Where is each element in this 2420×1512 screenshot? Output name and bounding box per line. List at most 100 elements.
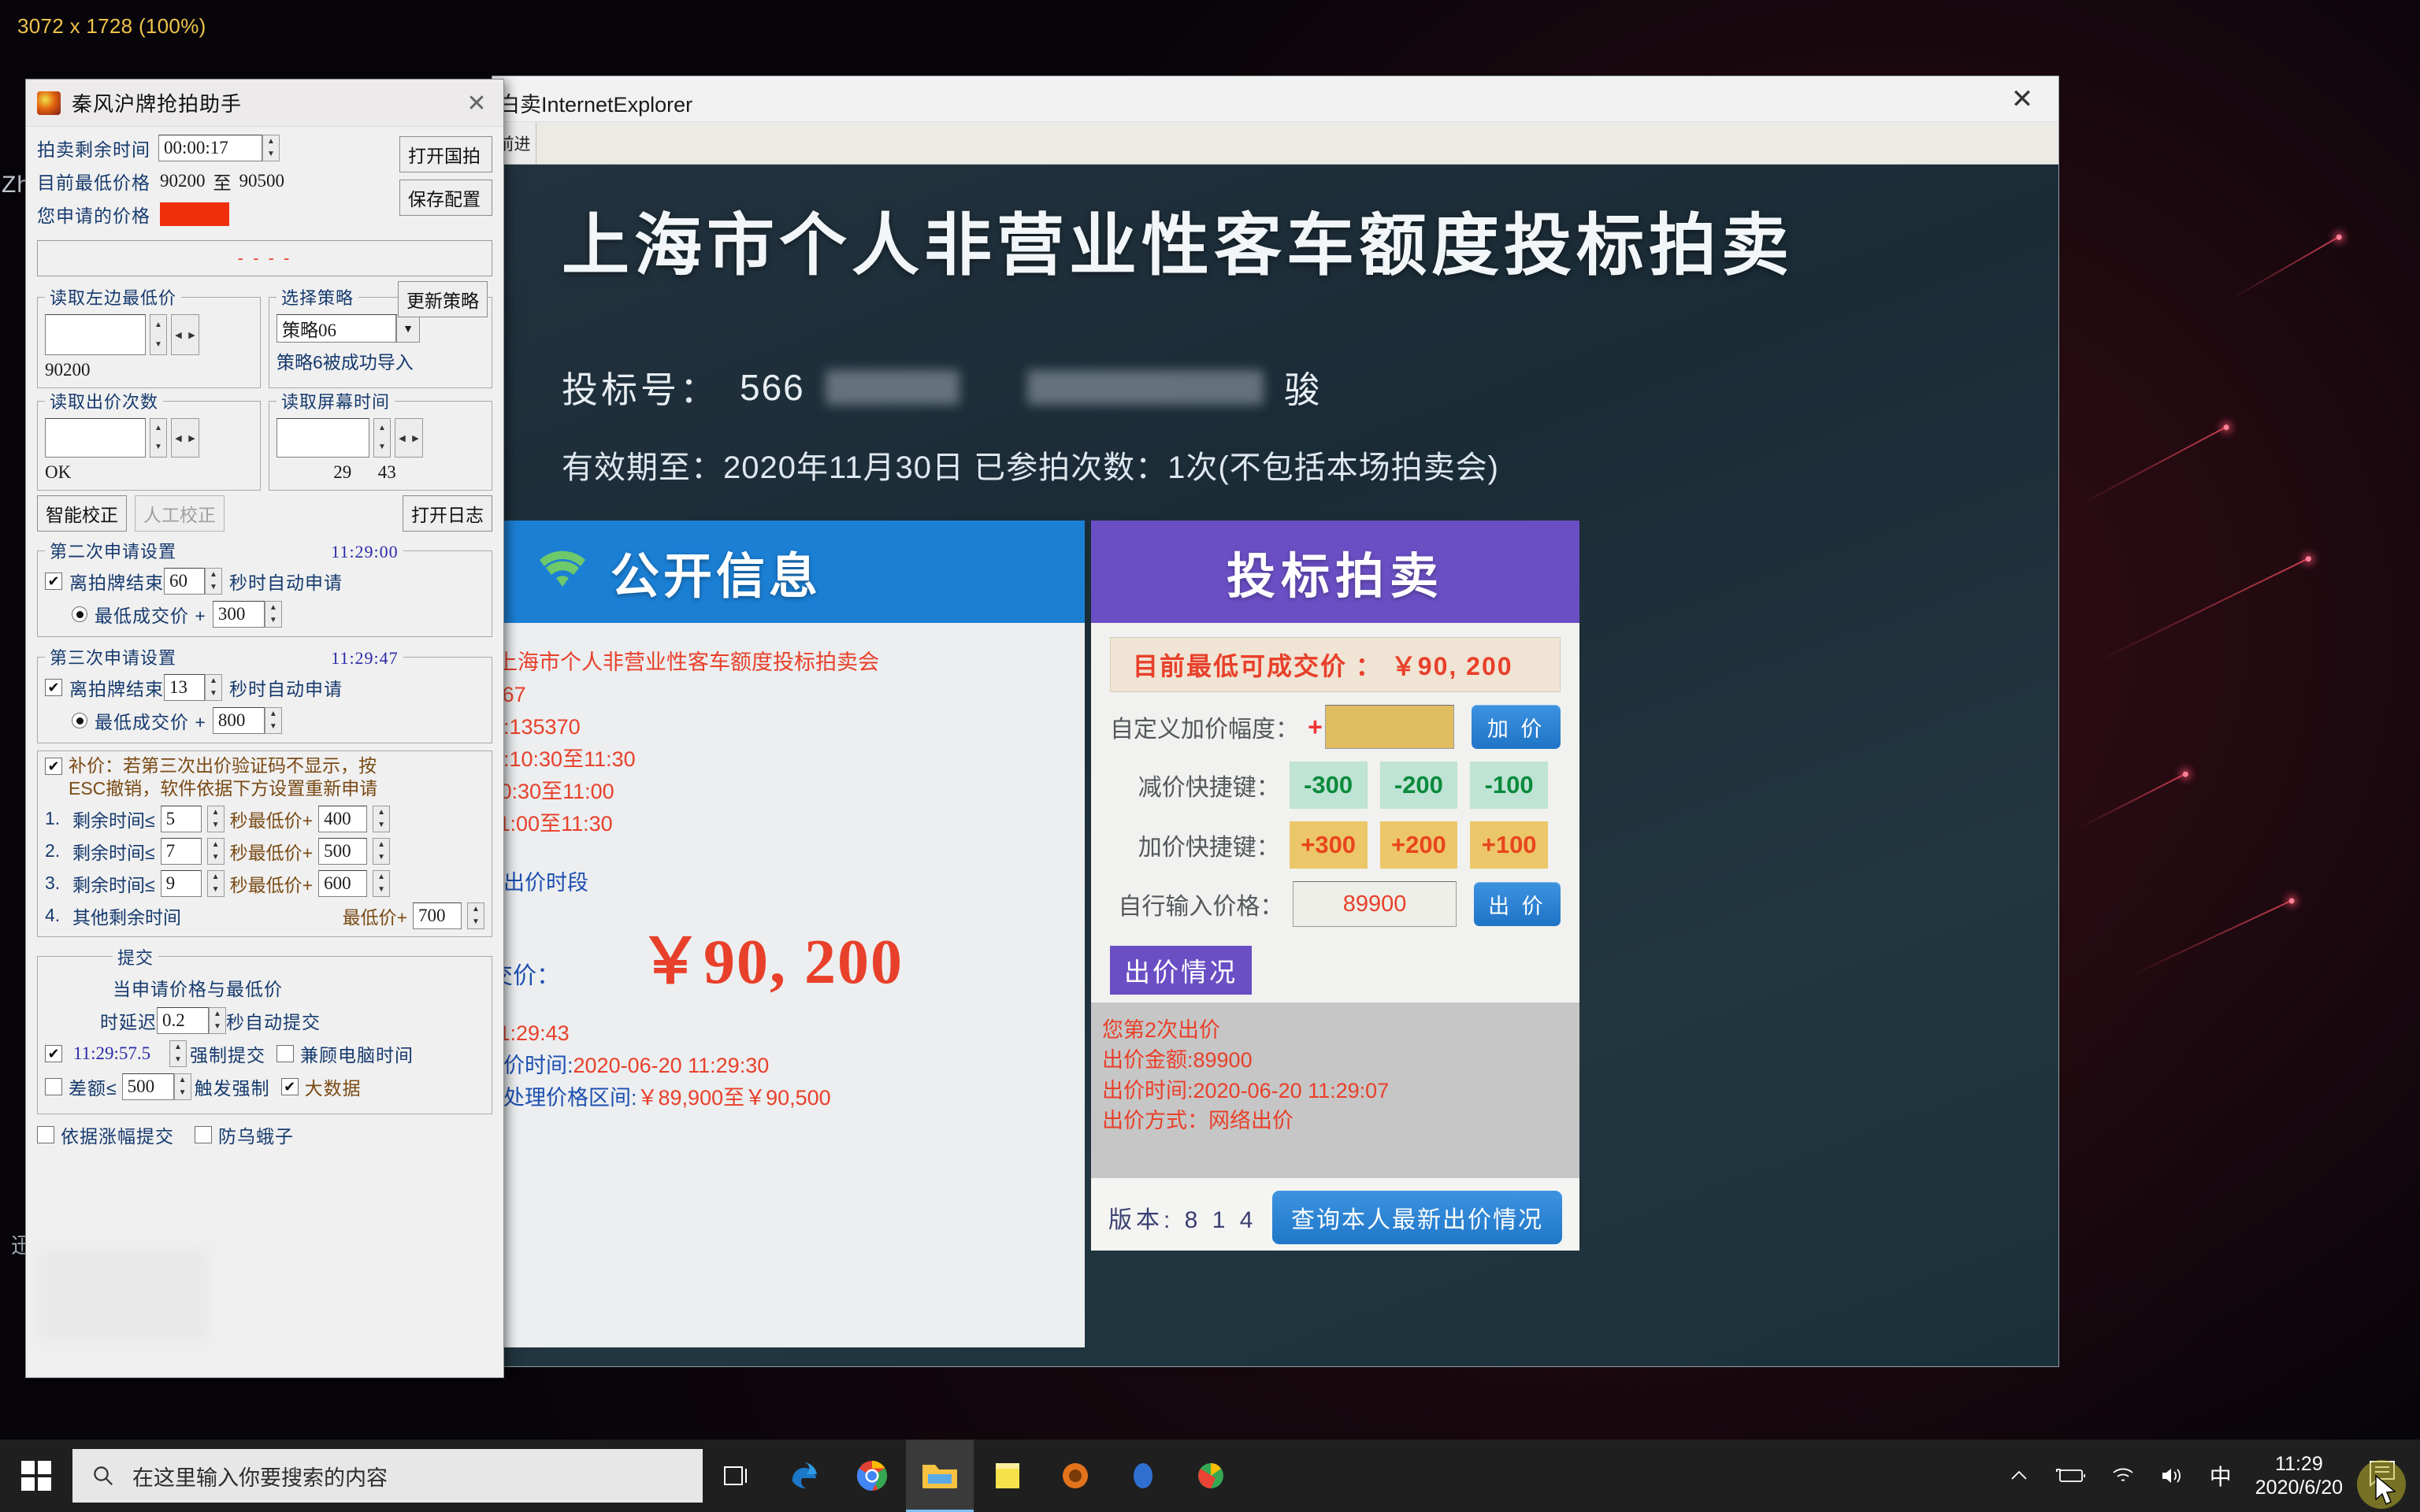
close-icon[interactable]: ✕ [461, 89, 492, 117]
bidder-name: 骏 [1283, 369, 1322, 410]
increase-rate-submit-checkbox[interactable] [37, 1125, 54, 1143]
supplement-row-add[interactable]: 500 [318, 837, 368, 865]
third-apply-radio[interactable] [72, 713, 87, 728]
chrome-icon[interactable] [838, 1440, 906, 1512]
second-apply-plus-label: 最低成交价 + [95, 606, 206, 626]
bigdata-label: 大数据 [304, 1077, 362, 1099]
read-left-min-stepper[interactable]: ▲ ▼ [150, 314, 167, 355]
read-screen-time-input[interactable] [277, 418, 369, 458]
read-bid-count-stepper[interactable]: ▲ ▼ [150, 418, 167, 458]
supplement-checkbox[interactable]: ✔ [45, 758, 62, 775]
supplement-row-seconds[interactable]: 5 [160, 805, 202, 832]
search-input[interactable]: 在这里输入你要搜索的内容 [72, 1449, 703, 1503]
second-apply-checkbox[interactable]: ✔ [45, 573, 62, 590]
windows-logo-icon[interactable] [0, 1440, 72, 1512]
third-apply-time: 11:29:47 [331, 648, 399, 668]
second-apply-plus-value[interactable]: 300 [212, 601, 265, 628]
notepad-icon[interactable] [974, 1440, 1041, 1512]
own-price-input[interactable]: 89900 [1293, 881, 1457, 927]
chevron-up-icon[interactable] [2008, 1467, 2030, 1484]
second-apply-radio[interactable] [72, 606, 87, 622]
strategy-select-value[interactable]: 策略06 [277, 314, 396, 343]
apply-price-field[interactable] [160, 202, 229, 226]
supplement-row-add[interactable]: 400 [318, 805, 368, 832]
min-price-text: 目前最低可成交价 ： ￥90, 200 [1133, 652, 1513, 680]
second-apply-seconds[interactable]: 60 [164, 568, 205, 595]
submit-delay-stepper[interactable]: ▲ ▼ [209, 1006, 226, 1034]
supplement-row-label: 剩余时间≤ [72, 842, 155, 863]
force-submit-time-stepper[interactable]: ▲ ▼ [169, 1040, 187, 1067]
second-apply-plus-stepper[interactable]: ▲ ▼ [264, 601, 282, 628]
supplement-row-add-stepper[interactable]: ▲ ▼ [373, 837, 391, 865]
custom-amount-input[interactable] [1324, 705, 1455, 749]
ime-indicator[interactable]: 中 [2210, 1460, 2232, 1492]
supplement-row-seconds[interactable]: 9 [160, 869, 202, 897]
increase-200-button[interactable]: +200 [1379, 821, 1458, 869]
read-bid-count-hstepper[interactable]: ◀ ▶ [171, 418, 199, 458]
anti-bot-checkbox[interactable] [195, 1125, 212, 1143]
supplement-row-add-stepper[interactable]: ▲ ▼ [373, 805, 391, 832]
bigdata-checkbox[interactable]: ✔ [280, 1077, 299, 1095]
read-screen-time-stepper[interactable]: ▲ ▼ [373, 418, 391, 458]
diff-value[interactable]: 500 [121, 1073, 174, 1100]
read-screen-time-hstepper[interactable]: ◀ ▶ [395, 418, 423, 458]
supplement-row-seconds-stepper[interactable]: ▲ ▼ [206, 837, 225, 865]
internet-explorer-window: 白卖InternetExplorer ✕ 前进 上海市个人非营业性客车额度投标拍… [492, 76, 2059, 1367]
wifi-icon [538, 550, 587, 593]
edge-icon[interactable] [770, 1440, 838, 1512]
force-submit-checkbox[interactable]: ✔ [45, 1044, 62, 1062]
decrease-200-button[interactable]: -200 [1379, 762, 1458, 809]
consider-pc-time-checkbox[interactable] [277, 1044, 294, 1062]
remaining-time-stepper[interactable]: ▲ ▼ [262, 135, 280, 161]
third-apply-checkbox[interactable]: ✔ [45, 679, 62, 696]
add-price-button[interactable]: 加 价 [1472, 705, 1561, 749]
supplement-row-add-stepper[interactable]: ▲ ▼ [467, 902, 484, 929]
clock-time: 11:29 [2275, 1453, 2323, 1475]
decrease-300-button[interactable]: -300 [1289, 762, 1368, 809]
third-apply-seconds[interactable]: 13 [164, 674, 205, 701]
third-apply-plus-stepper[interactable]: ▲ ▼ [264, 707, 282, 734]
app-blue-icon[interactable] [1109, 1440, 1177, 1512]
supplement-row-add-stepper[interactable]: ▲ ▼ [373, 869, 391, 897]
supplement-row-seconds[interactable]: 7 [160, 837, 202, 865]
battery-charging-icon[interactable] [2054, 1466, 2087, 1486]
force-submit-time[interactable]: 11:29:57.5 [69, 1040, 169, 1067]
open-guopai-button[interactable]: 打开国拍 [399, 136, 492, 172]
increase-300-button[interactable]: +300 [1289, 821, 1368, 869]
app-chrome2-icon[interactable] [1177, 1440, 1245, 1512]
read-bid-count-input[interactable] [45, 418, 146, 458]
supplement-row-add[interactable]: 600 [318, 869, 368, 897]
supplement-row-add[interactable]: 700 [413, 902, 462, 929]
remaining-time-field[interactable]: 00:00:17 [158, 135, 262, 161]
third-apply-post-label: 秒时自动申请 [229, 679, 343, 699]
remaining-time-label: 拍卖剩余时间 [37, 139, 150, 160]
deal-time-label: 成交价出价时间: [492, 1054, 573, 1078]
taskbar-clock[interactable]: 11:29 2020/6/20 [2255, 1452, 2343, 1499]
submit-bid-button[interactable]: 出 价 [1473, 882, 1561, 926]
second-apply-seconds-stepper[interactable]: ▲ ▼ [205, 568, 222, 595]
file-explorer-icon[interactable] [906, 1440, 974, 1512]
increase-100-button[interactable]: +100 [1470, 821, 1549, 869]
query-latest-bid-button[interactable]: 查询本人最新出价情况 [1272, 1191, 1562, 1245]
chevron-down-icon[interactable]: ▼ [396, 314, 420, 343]
smart-correct-button[interactable]: 智能校正 [37, 495, 127, 532]
assistant-window-title: 秦风沪牌抢拍助手 [72, 92, 243, 116]
wifi-icon[interactable] [2110, 1466, 2136, 1486]
update-strategy-button[interactable]: 更新策略 [398, 281, 488, 317]
supplement-row-seconds-stepper[interactable]: ▲ ▼ [206, 805, 225, 832]
task-view-icon[interactable] [703, 1440, 770, 1512]
diff-checkbox[interactable] [45, 1077, 62, 1095]
app-orange-icon[interactable] [1041, 1440, 1109, 1512]
read-left-min-hstepper[interactable]: ◀ ▶ [171, 314, 199, 355]
open-log-button[interactable]: 打开日志 [403, 495, 492, 532]
third-apply-plus-value[interactable]: 800 [212, 707, 265, 734]
decrease-100-button[interactable]: -100 [1470, 762, 1549, 809]
diff-stepper[interactable]: ▲ ▼ [173, 1073, 191, 1100]
save-config-button[interactable]: 保存配置 [399, 180, 492, 216]
submit-delay-value[interactable]: 0.2 [157, 1006, 209, 1034]
read-left-min-input[interactable] [45, 314, 146, 355]
third-apply-seconds-stepper[interactable]: ▲ ▼ [205, 674, 222, 701]
volume-icon[interactable] [2159, 1466, 2186, 1486]
supplement-row-seconds-stepper[interactable]: ▲ ▼ [206, 869, 225, 897]
close-icon[interactable]: ✕ [1986, 76, 2058, 122]
